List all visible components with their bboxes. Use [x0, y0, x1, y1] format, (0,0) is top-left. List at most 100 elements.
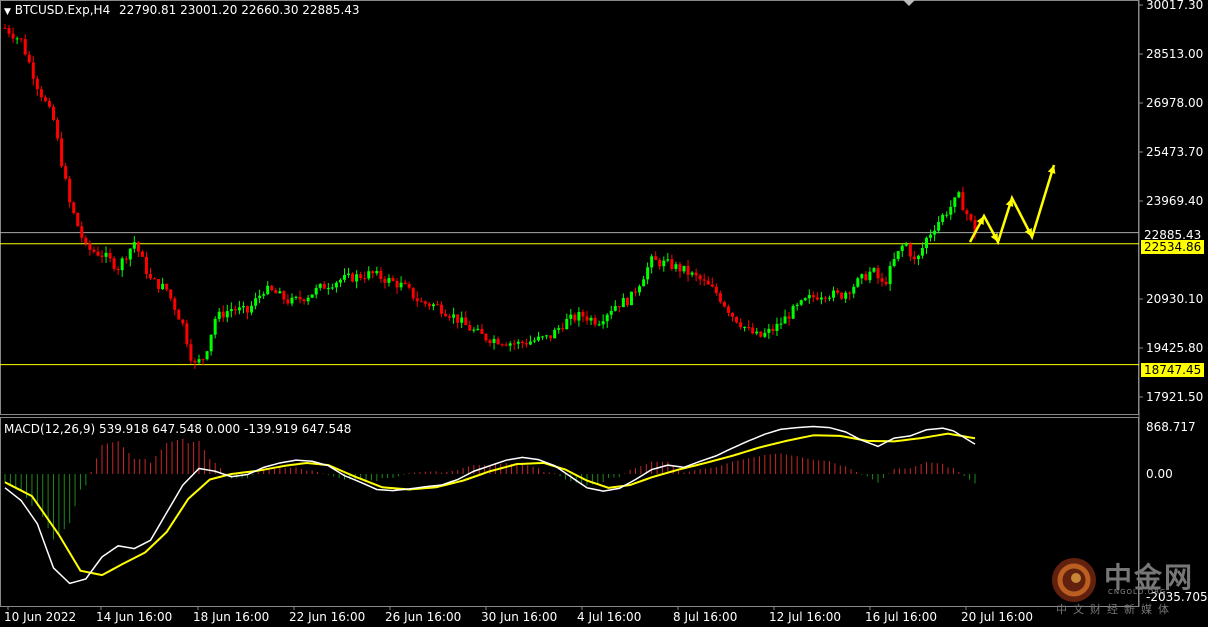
time-tick-label: 16 Jul 16:00	[865, 610, 937, 624]
candle-body	[735, 316, 739, 323]
candle-body	[807, 295, 811, 299]
price-tick-label: 28513.00	[1146, 47, 1204, 61]
candle-body	[581, 312, 585, 317]
candle-body	[262, 294, 266, 296]
forecast-arrows	[968, 164, 1056, 246]
candle-body	[500, 344, 504, 346]
candle-body	[722, 301, 726, 307]
candle-body	[629, 291, 633, 306]
candle-body	[759, 331, 763, 337]
candle-body	[241, 306, 245, 308]
candle-body	[92, 249, 96, 252]
candle-body	[165, 283, 169, 290]
candle-body	[718, 293, 722, 302]
signal-line	[4, 432, 976, 577]
candle-body	[803, 298, 807, 301]
candle-body	[706, 280, 710, 285]
candle-body	[387, 278, 391, 283]
candle-body	[658, 259, 662, 267]
candle-body	[72, 202, 76, 214]
candle-body	[383, 279, 387, 283]
candle-body	[767, 328, 771, 333]
candle-body	[213, 318, 217, 335]
candle-body	[149, 273, 152, 279]
candle-body	[161, 283, 165, 290]
candle-body	[221, 311, 225, 318]
candle-body	[415, 298, 419, 302]
candle-body	[88, 243, 92, 250]
candle-body	[941, 214, 945, 222]
scroll-marker-icon[interactable]	[903, 0, 915, 6]
candle-body	[43, 97, 47, 102]
candle-body	[64, 166, 68, 179]
time-tick-label: 4 Jul 16:00	[577, 610, 642, 624]
candle-body	[690, 272, 694, 275]
candle-body	[322, 283, 326, 289]
candle-body	[888, 266, 892, 285]
candle-body	[306, 297, 310, 302]
macd-line	[4, 425, 976, 585]
candle-body	[617, 306, 621, 308]
candle-body	[860, 274, 864, 279]
candle-body	[157, 279, 161, 290]
candle-body	[84, 237, 88, 244]
candle-body	[343, 274, 346, 280]
candle-body	[39, 89, 43, 98]
candle-body	[933, 230, 937, 235]
candle-body	[504, 344, 508, 346]
price-panel-frame	[0, 0, 1139, 415]
candle-body	[237, 307, 241, 311]
candle-body	[310, 294, 314, 298]
candle-body	[714, 286, 718, 294]
price-tick-label: 17921.50	[1146, 390, 1204, 404]
macd-axis-top: 868.717	[1146, 420, 1196, 434]
candle-body	[828, 297, 831, 299]
candle-body	[468, 325, 472, 331]
candle-body	[334, 282, 338, 288]
candle-body	[197, 359, 201, 363]
candle-body	[193, 360, 197, 363]
trading-chart[interactable]	[0, 0, 1208, 627]
candle-body	[355, 274, 359, 282]
candle-body	[411, 287, 415, 299]
candle-body	[100, 255, 104, 257]
time-tick-label: 30 Jun 16:00	[481, 610, 558, 624]
candle-body	[52, 106, 55, 120]
candle-body	[201, 359, 205, 361]
candle-body	[19, 38, 23, 40]
candle-body	[456, 314, 460, 323]
macd-label: MACD(12,26,9) 539.918 647.548 0.000 -139…	[4, 422, 352, 436]
candle-body	[359, 274, 363, 279]
candle-body	[686, 265, 690, 275]
candle-body	[751, 327, 755, 334]
candle-body	[189, 344, 193, 361]
candle-body	[900, 245, 904, 252]
dropdown-triangle-icon[interactable]: ▼	[4, 7, 11, 17]
candle-body	[815, 297, 819, 300]
candle-body	[116, 268, 120, 271]
candle-body	[553, 329, 557, 339]
candle-body	[136, 242, 140, 252]
candle-body	[916, 255, 920, 260]
candle-body	[791, 305, 795, 319]
candle-body	[391, 278, 395, 281]
candle-body	[892, 259, 896, 267]
candle-body	[379, 271, 383, 280]
candle-body	[524, 343, 528, 345]
candle-body	[132, 242, 136, 249]
candle-body	[484, 333, 488, 341]
candle-body	[290, 297, 294, 304]
candle-body	[739, 322, 743, 328]
candle-body	[492, 338, 496, 344]
candle-body	[371, 271, 375, 274]
candle-body	[795, 304, 799, 306]
candle-body	[836, 290, 840, 293]
candle-body	[302, 299, 306, 302]
candle-body	[169, 289, 173, 299]
candle-body	[557, 328, 561, 330]
candle-body	[605, 314, 609, 322]
candle-body	[177, 309, 181, 320]
candle-body	[270, 285, 274, 291]
candle-body	[545, 335, 549, 337]
macd-axis-zero: 0.00	[1146, 467, 1173, 481]
